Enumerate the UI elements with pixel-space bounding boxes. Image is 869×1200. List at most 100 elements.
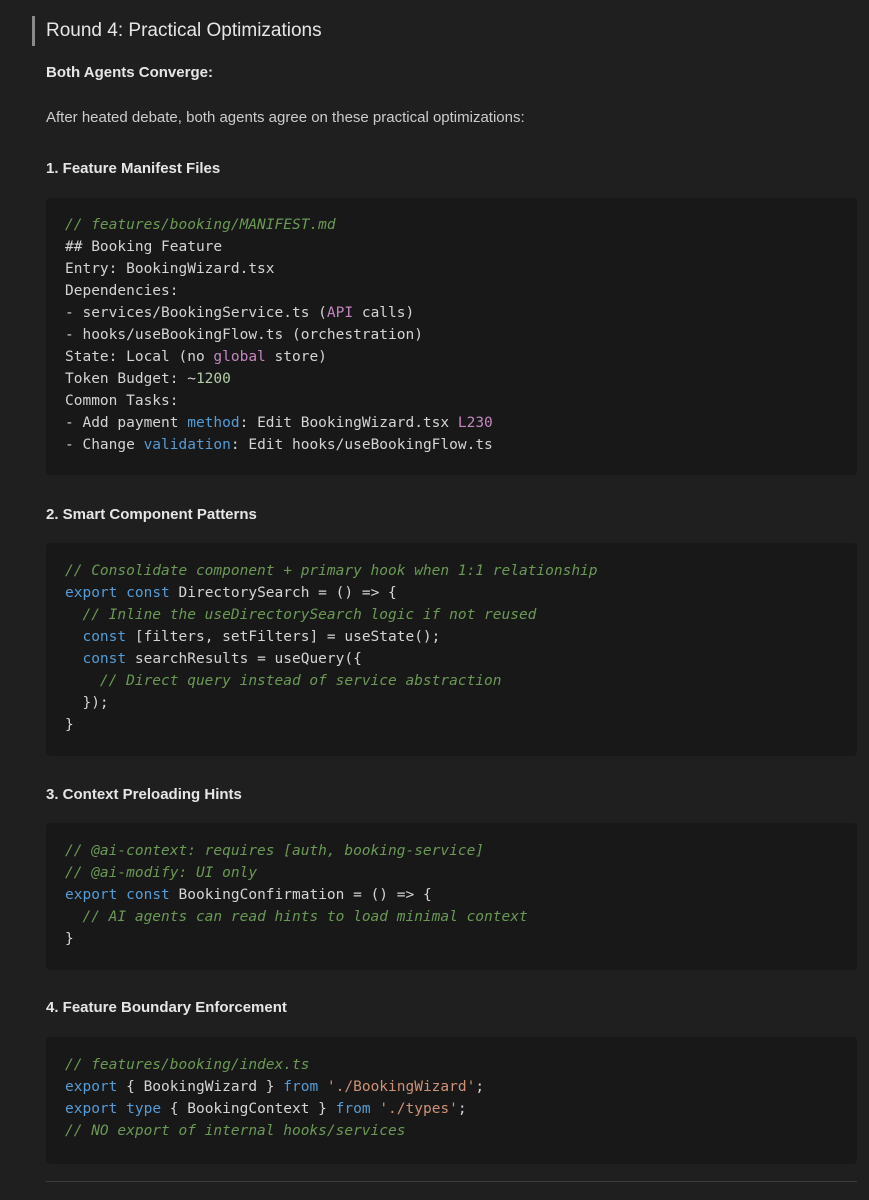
code-token: store) (265, 349, 327, 365)
code-token: 1200 (195, 371, 231, 387)
code-token: Token Budget: ~ (65, 371, 196, 387)
code-token: - services/BookingService.ts ( (65, 305, 327, 321)
code-line: const searchResults = useQuery({ (65, 648, 847, 670)
code-token: { BookingContext } (161, 1101, 336, 1117)
code-token: const (126, 887, 170, 903)
code-line: export const DirectorySearch = () => { (65, 582, 847, 604)
code-line: // @ai-modify: UI only (65, 862, 847, 884)
code-line: State: Local (no global store) (65, 346, 847, 368)
code-token: // features/booking/index.ts (65, 1057, 310, 1073)
code-line: - Change validation: Edit hooks/useBooki… (65, 434, 847, 456)
code-token: // @ai-modify: UI only (65, 865, 258, 881)
code-token: L230 (457, 415, 493, 431)
code-line: }); (65, 692, 847, 714)
page-heading: Round 4: Practical Optimizations (32, 16, 322, 46)
code-line: // Inline the useDirectorySearch logic i… (65, 604, 847, 626)
code-token: from (335, 1101, 371, 1117)
code-token: - Add payment (65, 415, 188, 431)
code-line: // NO export of internal hooks/services (65, 1120, 847, 1142)
code-line: Token Budget: ~1200 (65, 368, 847, 390)
code-token: // AI agents can read hints to load mini… (82, 909, 528, 925)
code-token: const (126, 585, 170, 601)
code-line: const [filters, setFilters] = useState()… (65, 626, 847, 648)
code-line: export type { BookingContext } from './t… (65, 1098, 847, 1120)
code-line: // features/booking/MANIFEST.md (65, 214, 847, 236)
code-token: export (65, 887, 118, 903)
code-token: // @ai-context: requires [auth, booking-… (65, 843, 485, 859)
code-block-context-preloading: // @ai-context: requires [auth, booking-… (46, 823, 857, 970)
code-line: // Direct query instead of service abstr… (65, 670, 847, 692)
code-token: type (126, 1101, 162, 1117)
code-token: BookingConfirmation = () => { (169, 887, 432, 903)
code-token: - Change (65, 437, 144, 453)
code-token: }); (65, 695, 109, 711)
code-line: // AI agents can read hints to load mini… (65, 906, 847, 928)
document-page: Round 4: Practical Optimizations Both Ag… (0, 0, 869, 1200)
code-token: // Inline the useDirectorySearch logic i… (82, 607, 537, 623)
intro-subheading: Both Agents Converge: (46, 64, 213, 81)
code-token: Dependencies: (65, 283, 179, 299)
code-token: ; (475, 1079, 485, 1095)
code-token: const (82, 629, 127, 645)
section-divider (46, 1181, 857, 1182)
code-line: - Add payment method: Edit BookingWizard… (65, 412, 847, 434)
code-token: // Direct query instead of service abstr… (99, 673, 502, 689)
code-token: : Edit BookingWizard.tsx (239, 415, 458, 431)
code-token: calls) (353, 305, 415, 321)
code-token: from (283, 1079, 319, 1095)
code-token: export (65, 585, 118, 601)
code-token: // Consolidate component + primary hook … (65, 563, 598, 579)
code-token: } (65, 717, 74, 733)
code-token: export (65, 1101, 118, 1117)
section-title-smart-component: 2. Smart Component Patterns (46, 506, 257, 523)
code-token: searchResults = useQuery({ (126, 651, 362, 667)
code-line: // features/booking/index.ts (65, 1054, 847, 1076)
code-line: Common Tasks: (65, 390, 847, 412)
code-line: } (65, 714, 847, 736)
code-token: Common Tasks: (65, 393, 179, 409)
code-token: './BookingWizard' (326, 1079, 476, 1095)
code-token: State: Local (no (65, 349, 214, 365)
code-block-boundary-enforcement: // features/booking/index.ts export { Boo… (46, 1037, 857, 1164)
code-token: - hooks/useBookingFlow.ts (orchestration… (65, 327, 423, 343)
code-token: export (65, 1079, 118, 1095)
code-token: ## Booking Feature (65, 239, 223, 255)
intro-paragraph: After heated debate, both agents agree o… (46, 109, 525, 126)
code-line: } (65, 928, 847, 950)
code-line: export { BookingWizard } from './Booking… (65, 1076, 847, 1098)
code-token: global (213, 349, 266, 365)
section-title-feature-manifest: 1. Feature Manifest Files (46, 160, 221, 177)
code-token: './types' (379, 1101, 458, 1117)
code-token: method (187, 415, 240, 431)
code-line: ## Booking Feature (65, 236, 847, 258)
code-line: // Consolidate component + primary hook … (65, 560, 847, 582)
code-token: validation (143, 437, 231, 453)
code-line: Dependencies: (65, 280, 847, 302)
code-token: [filters, setFilters] = useState(); (126, 629, 441, 645)
code-token: : Edit hooks/useBookingFlow.ts (230, 437, 493, 453)
section-title-context-preloading: 3. Context Preloading Hints (46, 786, 242, 803)
code-token: ; (457, 1101, 467, 1117)
code-block-feature-manifest: // features/booking/MANIFEST.md ## Bookin… (46, 198, 857, 475)
code-line: // @ai-context: requires [auth, booking-… (65, 840, 847, 862)
code-line: Entry: BookingWizard.tsx (65, 258, 847, 280)
code-token: // features/booking/MANIFEST.md (65, 217, 336, 233)
code-token: Entry: BookingWizard.tsx (65, 261, 275, 277)
code-token: // NO export of internal hooks/services (65, 1123, 406, 1139)
code-line: - services/BookingService.ts (API calls) (65, 302, 847, 324)
code-line: - hooks/useBookingFlow.ts (orchestration… (65, 324, 847, 346)
code-token: API (326, 305, 354, 321)
code-line: export const BookingConfirmation = () =>… (65, 884, 847, 906)
code-token: DirectorySearch = () => { (169, 585, 397, 601)
code-token: } (65, 931, 74, 947)
